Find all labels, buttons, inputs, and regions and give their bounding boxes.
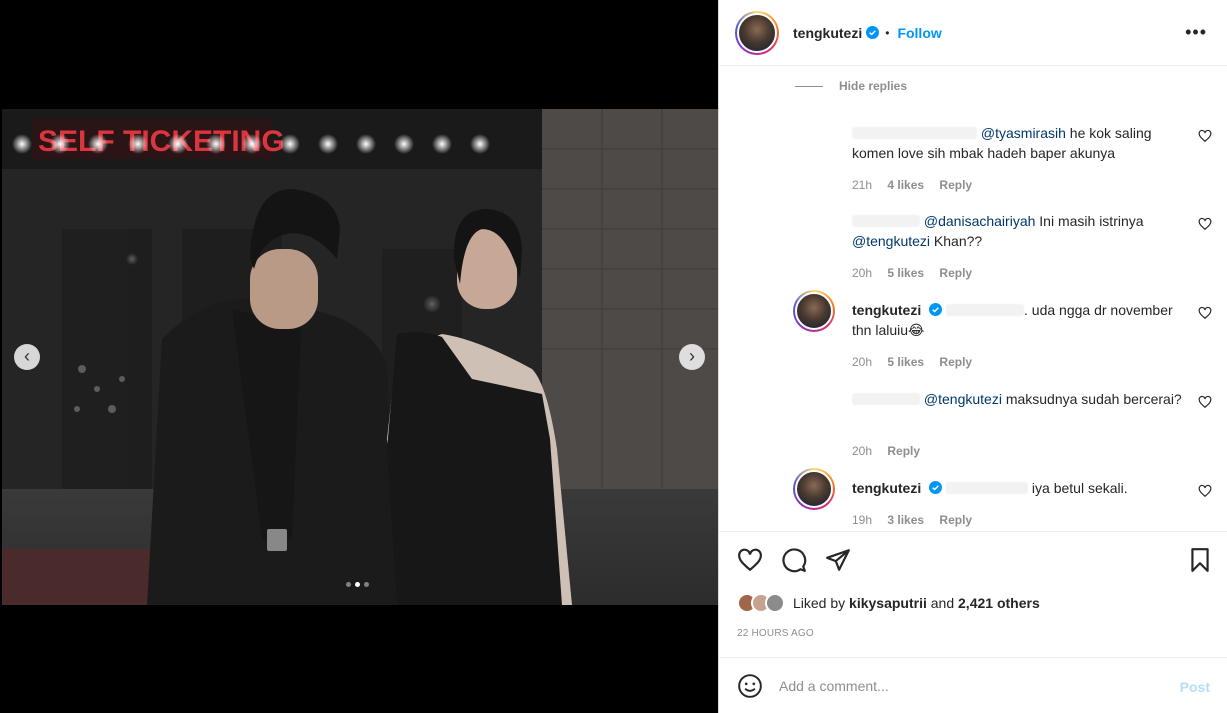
carousel-dot — [346, 582, 351, 587]
comment-body: iya betul sekali. — [1031, 480, 1128, 496]
header-separator: • — [885, 25, 890, 40]
previous-photo-button[interactable]: ‹ — [14, 344, 40, 370]
reply-button[interactable]: Reply — [887, 444, 920, 458]
follow-button[interactable]: Follow — [897, 25, 941, 41]
redacted-username — [852, 215, 920, 227]
comment-meta: 20h Reply — [852, 444, 932, 458]
post-side-panel: tengkutezi • Follow ••• Hide replies @ty… — [718, 0, 1227, 713]
comment-likes[interactable]: 5 likes — [887, 266, 924, 280]
comment-likes[interactable]: 3 likes — [887, 513, 924, 527]
liked-by-text: Liked by kikysaputrii and 2,421 others — [793, 595, 1040, 611]
hide-replies-line — [795, 85, 823, 87]
comment-time[interactable]: 19h — [852, 513, 872, 527]
liked-user[interactable]: kikysaputrii — [849, 595, 927, 611]
like-comment-heart-icon[interactable] — [1198, 484, 1212, 498]
liked-prefix: Liked by — [793, 595, 850, 611]
comment-text: @tyasmirasih he kok saling komen love si… — [852, 123, 1182, 163]
comment-meta: 21h 4 likes Reply — [852, 178, 984, 192]
liked-and: and — [926, 595, 959, 611]
save-bookmark-icon[interactable] — [1187, 547, 1213, 573]
reply-button[interactable]: Reply — [939, 178, 972, 192]
next-photo-button[interactable]: › — [679, 344, 705, 370]
comment-body: Ini masih istrinya — [1035, 213, 1144, 229]
redacted-username — [946, 482, 1029, 494]
author-avatar[interactable] — [735, 10, 779, 55]
comment-text: tengkutezi iya betul sekali. — [852, 478, 1182, 498]
add-comment-bar: Post — [719, 657, 1227, 713]
redacted-username — [852, 127, 977, 139]
comment-mention[interactable]: @tyasmirasih — [981, 125, 1066, 141]
comment-body: Khan?? — [930, 233, 983, 249]
like-comment-heart-icon[interactable] — [1198, 306, 1212, 320]
reply-button[interactable]: Reply — [939, 355, 972, 369]
post-comment-button[interactable]: Post — [1180, 679, 1210, 695]
media-viewer: SELF TICKETING ‹ › — [0, 0, 718, 713]
comment-likes[interactable]: 4 likes — [887, 178, 924, 192]
like-comment-heart-icon[interactable] — [1198, 217, 1212, 231]
redacted-username — [852, 393, 920, 405]
comment-mention[interactable]: @danisachairiyah — [924, 213, 1036, 229]
liked-by: Liked by kikysaputrii and 2,421 others — [737, 593, 1040, 613]
post-photo: SELF TICKETING — [2, 109, 718, 605]
comment-meta: 19h 3 likes Reply — [852, 513, 984, 527]
comment-text: @danisachairiyah Ini masih istrinya @ten… — [852, 211, 1182, 251]
verified-badge-icon — [929, 303, 943, 316]
carousel-dot-active — [355, 582, 360, 587]
post-actions: Liked by kikysaputrii and 2,421 others 2… — [719, 531, 1227, 657]
carousel-indicator — [346, 582, 369, 587]
comment-time[interactable]: 20h — [852, 355, 872, 369]
comment-time[interactable]: 20h — [852, 266, 872, 280]
post-header: tengkutezi • Follow ••• — [719, 0, 1227, 66]
comment-username[interactable]: tengkutezi — [852, 480, 921, 496]
comment-text: @tengkutezi maksudnya sudah bercerai? — [852, 389, 1182, 409]
emoji-icon[interactable] — [737, 673, 763, 699]
share-paper-plane-icon[interactable] — [825, 547, 851, 573]
verified-badge-icon — [866, 26, 880, 39]
comment-bubble-icon[interactable] — [781, 547, 807, 573]
post-timestamp[interactable]: 22 HOURS AGO — [737, 628, 814, 639]
comment-time[interactable]: 20h — [852, 444, 872, 458]
comment-meta: 20h 5 likes Reply — [852, 266, 984, 280]
reply-button[interactable]: Reply — [939, 266, 972, 280]
like-heart-icon[interactable] — [737, 547, 763, 573]
comment-text: tengkutezi . uda ngga dr november thn la… — [852, 300, 1182, 340]
like-comment-heart-icon[interactable] — [1198, 129, 1212, 143]
hide-replies-label: Hide replies — [839, 79, 908, 93]
comment-username[interactable]: tengkutezi — [852, 302, 921, 318]
comment-mention[interactable]: @tengkutezi — [924, 391, 1002, 407]
comment-time[interactable]: 21h — [852, 178, 872, 192]
comment-likes[interactable]: 5 likes — [887, 355, 924, 369]
verified-badge-icon — [929, 481, 943, 494]
commenter-avatar[interactable] — [793, 468, 835, 510]
reply-button[interactable]: Reply — [939, 513, 972, 527]
author-username[interactable]: tengkutezi — [793, 25, 862, 41]
commenter-avatar[interactable] — [793, 290, 835, 332]
more-options-icon[interactable]: ••• — [1185, 22, 1207, 43]
comment-input[interactable] — [779, 677, 1159, 694]
comments-list: Hide replies @tyasmirasih he kok saling … — [719, 67, 1227, 530]
carousel-dot — [364, 582, 369, 587]
redacted-username — [946, 304, 1025, 316]
comment-mention[interactable]: @tengkutezi — [852, 233, 930, 249]
hide-replies-button[interactable]: Hide replies — [795, 79, 907, 93]
like-comment-heart-icon[interactable] — [1198, 395, 1212, 409]
comment-body: maksudnya sudah bercerai? — [1001, 391, 1182, 407]
liked-count[interactable]: 2,421 others — [958, 595, 1040, 611]
liker-avatar[interactable] — [765, 593, 785, 613]
comment-meta: 20h 5 likes Reply — [852, 355, 984, 369]
